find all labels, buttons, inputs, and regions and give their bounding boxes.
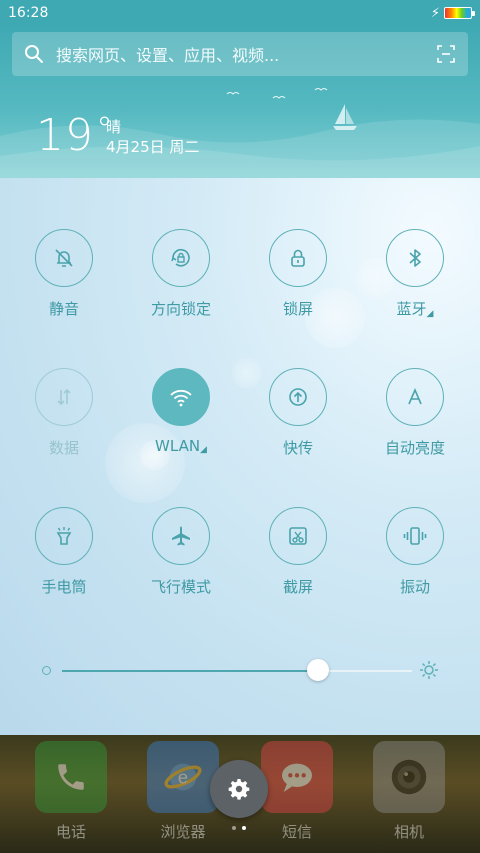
more-indicator: ◢ xyxy=(200,445,207,455)
toggle-label: 飞行模式 xyxy=(150,578,211,596)
dock-app-phone[interactable]: 电话 xyxy=(34,741,108,842)
lock-icon xyxy=(269,229,327,287)
camera-icon xyxy=(373,741,445,813)
brightness-low-icon xyxy=(42,666,51,675)
brightness-high-icon xyxy=(420,661,438,679)
toggle-label: WLAN◢ xyxy=(155,437,207,455)
toggle-label: 手电筒 xyxy=(41,578,87,596)
toggle-label: 静音 xyxy=(48,300,79,318)
dock-app-camera[interactable]: 相机 xyxy=(372,741,446,842)
sailboat-icon xyxy=(333,104,357,130)
birds-decoration xyxy=(226,88,328,99)
message-icon xyxy=(261,741,333,813)
airplane-icon xyxy=(152,507,210,565)
more-indicator: ◢ xyxy=(426,309,434,319)
phone-icon xyxy=(35,741,107,813)
toggle-bluetooth[interactable]: 蓝牙◢ xyxy=(365,229,465,339)
dock-app-messages[interactable]: 短信 xyxy=(260,741,334,842)
temperature: 19° xyxy=(36,110,114,161)
toggle-auto-brightness[interactable]: 自动亮度 xyxy=(365,368,465,478)
toggle-flashlight[interactable]: 手电筒 xyxy=(14,507,114,617)
toggle-quick-send[interactable]: 快传 xyxy=(248,368,348,478)
bell-off-icon xyxy=(35,229,93,287)
toggle-mute[interactable]: 静音 xyxy=(14,229,114,339)
svg-text:e: e xyxy=(178,767,188,788)
toggle-label: 振动 xyxy=(399,578,430,596)
toggle-label: 自动亮度 xyxy=(384,439,445,457)
status-icons: ⚡ xyxy=(430,5,475,21)
page-dot[interactable] xyxy=(232,826,236,830)
toggle-vibrate[interactable]: 振动 xyxy=(365,507,465,617)
toggle-mobile-data[interactable]: 数据 xyxy=(14,368,114,478)
search-icon xyxy=(25,45,43,63)
brightness-thumb[interactable] xyxy=(306,659,329,681)
dock-app-browser[interactable]: e 浏览器 xyxy=(146,741,220,842)
status-bar: 16:28 ⚡ xyxy=(0,0,480,26)
flashlight-icon xyxy=(35,507,93,565)
page-indicator xyxy=(232,826,246,830)
settings-button[interactable] xyxy=(210,760,268,818)
browser-icon: e xyxy=(147,741,219,813)
status-time: 16:28 xyxy=(8,5,49,21)
toggle-label: 数据 xyxy=(48,439,79,457)
scan-icon[interactable] xyxy=(436,44,456,64)
page-dot-active[interactable] xyxy=(242,826,246,830)
weather-date: 4月25日 周二 xyxy=(106,138,200,156)
bluetooth-icon xyxy=(386,229,444,287)
brightness-fill xyxy=(62,670,318,672)
rotation-lock-icon xyxy=(152,229,210,287)
toggle-wlan[interactable]: WLAN◢ xyxy=(131,368,231,478)
charging-icon: ⚡ xyxy=(430,5,440,21)
toggle-airplane-mode[interactable]: 飞行模式 xyxy=(131,507,231,617)
dock-app-label: 相机 xyxy=(393,823,424,841)
quick-send-icon xyxy=(269,368,327,426)
search-placeholder: 搜索网页、设置、应用、视频... xyxy=(56,46,280,65)
wifi-icon xyxy=(152,368,210,426)
data-arrows-icon xyxy=(35,368,93,426)
toggle-lock-screen[interactable]: 锁屏 xyxy=(248,229,348,339)
toggle-label: 截屏 xyxy=(282,578,313,596)
auto-brightness-icon xyxy=(386,368,444,426)
dock-app-label: 短信 xyxy=(281,823,312,841)
toggle-label: 快传 xyxy=(282,439,313,457)
battery-icon xyxy=(444,7,475,19)
screenshot-icon xyxy=(269,507,327,565)
search-bar[interactable]: 搜索网页、设置、应用、视频... xyxy=(12,32,468,76)
toggle-label: 锁屏 xyxy=(282,300,313,318)
vibrate-icon xyxy=(386,507,444,565)
dock-app-label: 浏览器 xyxy=(160,823,206,841)
quick-settings-panel: 静音 方向锁定 锁屏 蓝牙◢ 数据 WLAN◢ 快传 自动亮度 手电筒 飞行模式… xyxy=(0,178,480,735)
header-weather: 搜索网页、设置、应用、视频... 19° 晴 4月25日 周二 xyxy=(0,26,480,178)
weather-condition: 晴 xyxy=(106,118,122,136)
gear-icon xyxy=(228,779,250,800)
dock-app-label: 电话 xyxy=(55,823,86,841)
brightness-slider[interactable] xyxy=(62,659,412,681)
toggle-screenshot[interactable]: 截屏 xyxy=(248,507,348,617)
toggle-rotation-lock[interactable]: 方向锁定 xyxy=(131,229,231,339)
toggle-label: 蓝牙◢ xyxy=(396,300,434,319)
toggle-label: 方向锁定 xyxy=(150,300,211,318)
